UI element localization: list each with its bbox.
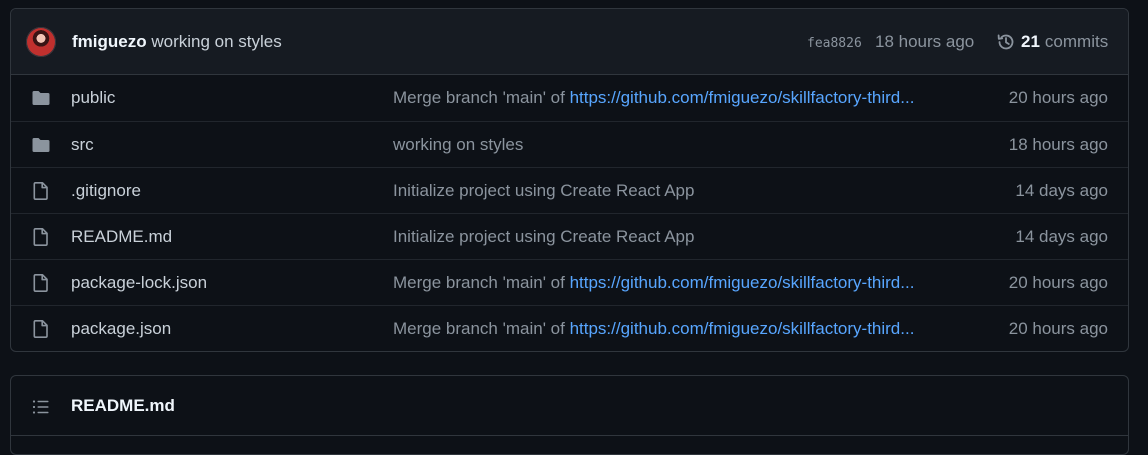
commit-message-text[interactable]: Initialize project using Create React Ap… <box>393 181 694 200</box>
commits-link[interactable]: 21 commits <box>996 32 1108 52</box>
folder-icon <box>31 135 51 155</box>
readme-panel: README.md <box>10 375 1129 455</box>
commit-message-text[interactable]: Initialize project using Create React Ap… <box>393 227 694 246</box>
file-row[interactable]: src working on styles 18 hours ago <box>11 121 1128 167</box>
commit-message-text[interactable]: Merge branch 'main' of <box>393 319 570 338</box>
commit-time: 18 hours ago <box>875 32 975 51</box>
commit-author[interactable]: fmiguezo <box>72 32 147 51</box>
file-name-link[interactable]: src <box>71 135 94 155</box>
file-commit-age: 14 days ago <box>1015 227 1108 246</box>
file-list: public Merge branch 'main' of https://git… <box>11 75 1128 351</box>
file-name-link[interactable]: .gitignore <box>71 181 141 201</box>
file-icon <box>31 273 51 293</box>
commit-count: 21 <box>1021 32 1040 51</box>
file-commit-age: 20 hours ago <box>1008 88 1108 107</box>
file-row[interactable]: public Merge branch 'main' of https://git… <box>11 75 1128 121</box>
commit-message-text[interactable]: Merge branch 'main' of <box>393 273 570 292</box>
commit-sha[interactable]: fea8826 <box>807 36 862 51</box>
commit-message[interactable]: working on styles <box>151 32 281 51</box>
file-commit-age: 18 hours ago <box>1008 135 1108 154</box>
commit-message-text[interactable]: Merge branch 'main' of <box>393 88 570 107</box>
readme-header: README.md <box>11 376 1128 436</box>
file-commit-age: 14 days ago <box>1015 181 1108 200</box>
avatar[interactable] <box>26 27 56 57</box>
file-commit-message[interactable]: Initialize project using Create React Ap… <box>393 227 953 247</box>
file-commit-message[interactable]: Initialize project using Create React Ap… <box>393 181 953 201</box>
file-name-link[interactable]: package-lock.json <box>71 273 207 293</box>
list-icon[interactable] <box>31 397 51 417</box>
file-name-link[interactable]: package.json <box>71 319 171 339</box>
commits-label: commits <box>1044 32 1109 51</box>
file-name-link[interactable]: README.md <box>71 227 172 247</box>
file-icon <box>31 181 51 201</box>
latest-commit-summary: fmiguezo working on styles <box>72 32 282 52</box>
file-icon <box>31 319 51 339</box>
file-icon <box>31 227 51 247</box>
file-row[interactable]: package-lock.json Merge branch 'main' of … <box>11 259 1128 305</box>
file-commit-age: 20 hours ago <box>1008 319 1108 338</box>
file-commit-age: 20 hours ago <box>1008 273 1108 292</box>
file-row[interactable]: README.md Initialize project using Create… <box>11 213 1128 259</box>
file-commit-message[interactable]: Merge branch 'main' of https://github.co… <box>393 88 953 108</box>
file-commit-message[interactable]: working on styles <box>393 135 953 155</box>
folder-icon <box>31 88 51 108</box>
file-row[interactable]: .gitignore Initialize project using Creat… <box>11 167 1128 213</box>
commit-message-text[interactable]: working on styles <box>393 135 523 154</box>
commit-message-link[interactable]: https://github.com/fmiguezo/skillfactory… <box>570 319 915 338</box>
file-browser: fmiguezo working on styles fea8826 18 ho… <box>10 8 1129 352</box>
file-row[interactable]: package.json Merge branch 'main' of https… <box>11 305 1128 351</box>
file-commit-message[interactable]: Merge branch 'main' of https://github.co… <box>393 273 953 293</box>
file-name-link[interactable]: public <box>71 88 115 108</box>
commit-message-link[interactable]: https://github.com/fmiguezo/skillfactory… <box>570 273 915 292</box>
latest-commit-header: fmiguezo working on styles fea8826 18 ho… <box>11 9 1128 75</box>
file-commit-message[interactable]: Merge branch 'main' of https://github.co… <box>393 319 953 339</box>
readme-title[interactable]: README.md <box>71 396 175 416</box>
commit-message-link[interactable]: https://github.com/fmiguezo/skillfactory… <box>570 88 915 107</box>
history-icon <box>997 34 1014 50</box>
